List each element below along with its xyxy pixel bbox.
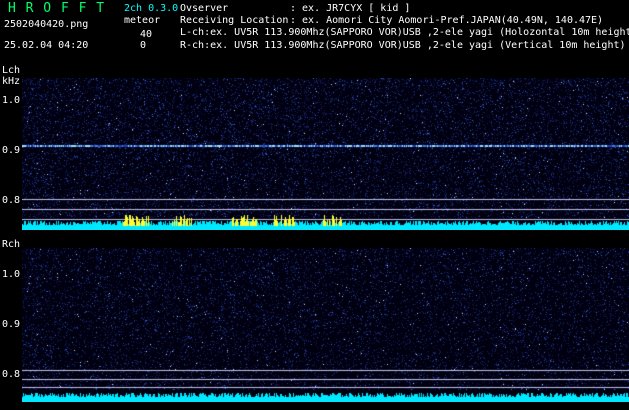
lch-description: L-ch:ex. UV5R 113.900Mhz(SAPPORO VOR)USB… — [180, 27, 629, 38]
lch-label: Lch — [2, 65, 21, 76]
rch-description: R-ch:ex. UV5R 113.900Mhz(SAPPORO VOR)USB… — [180, 40, 626, 51]
location-value: : ex. Aomori City Aomori-Pref.JAPAN(40.4… — [290, 15, 604, 26]
lch-ytick-0.8: 0.8 — [2, 195, 21, 206]
app-title: H R O F F T — [8, 1, 106, 16]
datetime: 25.02.04 04:20 — [4, 40, 89, 51]
meteor-count: 40 — [140, 29, 153, 40]
rch-spectrogram — [22, 248, 629, 402]
lch-spectrogram — [22, 78, 629, 230]
rch-ytick-0.9: 0.9 — [2, 319, 21, 330]
lch-ytick-0.9: 0.9 — [2, 145, 21, 156]
rch-ytick-1.0: 1.0 — [2, 269, 21, 280]
observer-label: Ovserver — [180, 3, 229, 14]
rch-label: Rch — [2, 239, 21, 250]
observer-value: : ex. JR7CYX [ kid ] — [290, 3, 411, 14]
filename: 2502040420.png — [4, 19, 89, 30]
lch-ytick-1.0: 1.0 — [2, 95, 21, 106]
rch-ytick-0.8: 0.8 — [2, 369, 21, 380]
location-label: Receiving Location — [180, 15, 289, 26]
lch-unit: kHz — [2, 76, 21, 87]
meteor-count-2: 0 — [140, 40, 147, 51]
app-version: 2ch 0.3.0 — [124, 3, 179, 14]
mode-label: meteor — [124, 15, 161, 26]
